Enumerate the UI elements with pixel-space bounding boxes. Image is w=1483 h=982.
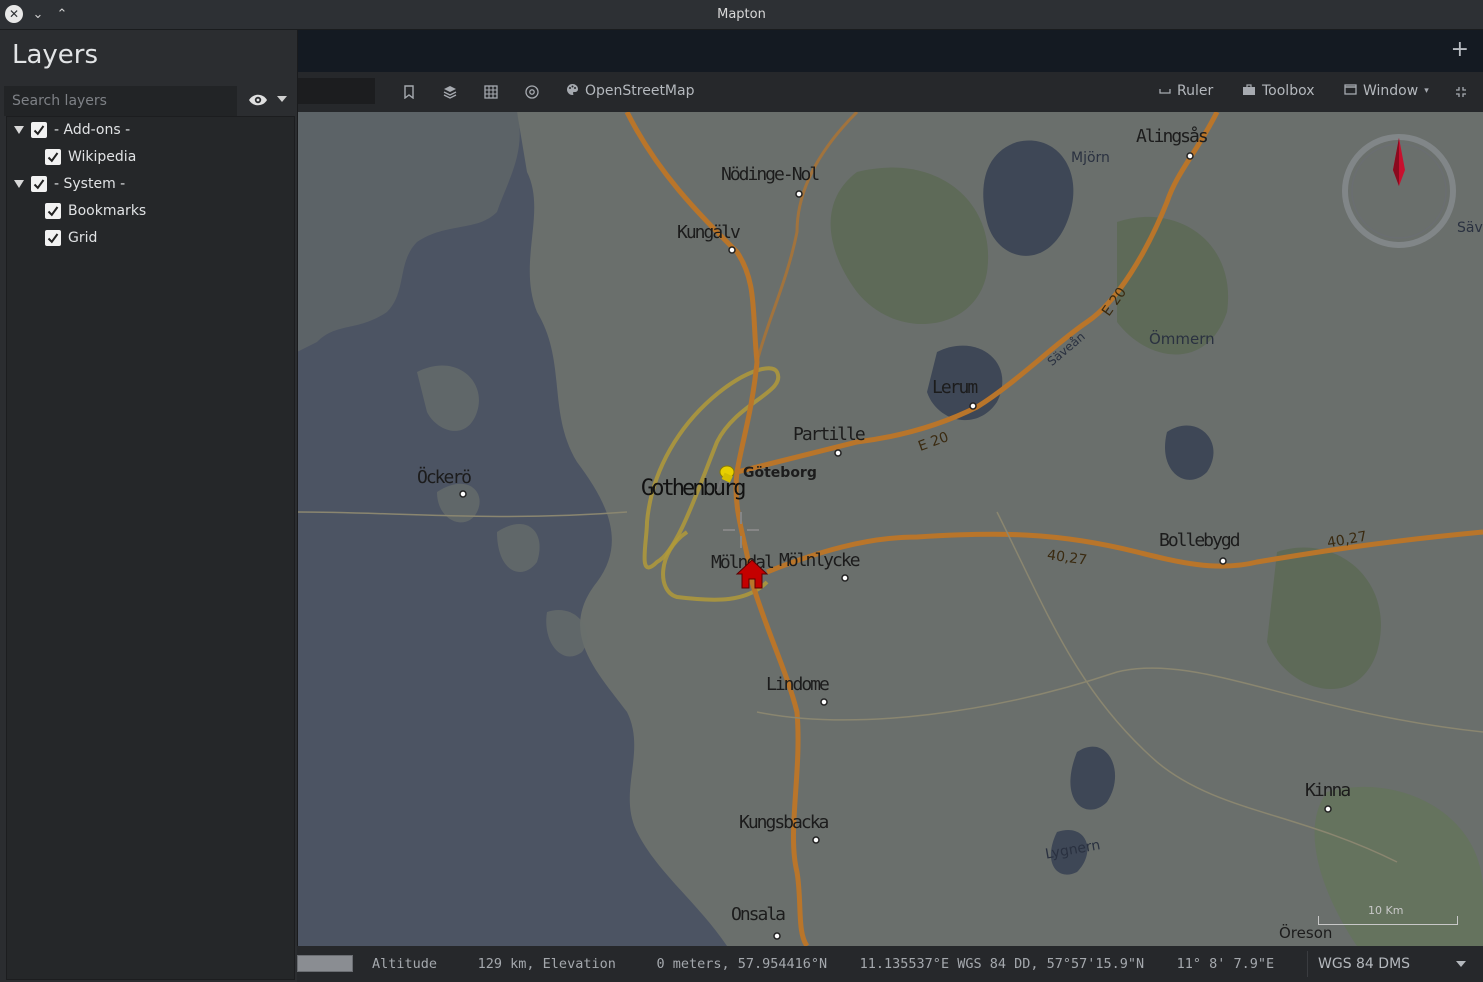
place-label-onsala: Onsala — [731, 904, 786, 925]
tree-group-addons[interactable]: - Add-ons - — [14, 119, 130, 141]
window-title: Mapton — [717, 7, 766, 22]
toolbox-button[interactable]: Toolbox — [1242, 83, 1315, 99]
place-label-kungsbacka: Kungsbacka — [739, 812, 829, 833]
place-label-alingsas: Alingsås — [1136, 126, 1209, 147]
checkbox-system[interactable] — [31, 176, 47, 192]
layers-tree: - Add-ons - Wikipedia - System - Bookmar… — [6, 116, 295, 980]
layers-search-input[interactable] — [4, 86, 237, 116]
progress-indicator — [297, 955, 353, 972]
map-toolbar: OpenStreetMap Ruler Toolbox Window ▾ — [297, 72, 1483, 112]
place-label-lindome: Lindome — [766, 674, 830, 695]
bookmark-icon[interactable] — [398, 81, 420, 103]
place-label-partille: Partille — [793, 424, 866, 445]
place-label-oreson: Öreson — [1279, 924, 1333, 942]
tree-item-label: Grid — [68, 230, 98, 246]
tree-item-grid[interactable]: Grid — [45, 227, 97, 249]
tree-item-label: Wikipedia — [68, 149, 137, 165]
chevron-down-icon: ▾ — [1424, 86, 1429, 96]
checkbox-grid[interactable] — [45, 230, 61, 246]
window-titlebar: ✕ ⌄ ⌃ Mapton — [0, 0, 1483, 30]
tree-item-wikipedia[interactable]: Wikipedia — [45, 146, 136, 168]
crosshair-icon — [723, 512, 759, 548]
ruler-button[interactable]: Ruler — [1159, 83, 1213, 99]
basemap-label: OpenStreetMap — [585, 83, 695, 99]
coordinate-system-select[interactable]: WGS 84 DMS — [1307, 951, 1480, 977]
layers-search-box[interactable] — [4, 86, 237, 116]
target-icon[interactable] — [521, 81, 543, 103]
ruler-icon — [1159, 84, 1171, 98]
fullscreen-icon[interactable] — [1450, 81, 1472, 103]
layers-icon[interactable] — [439, 81, 461, 103]
layers-panel-title: Layers — [12, 40, 99, 70]
scale-bar: 10 Km — [1318, 902, 1458, 926]
window-icon — [1344, 84, 1357, 98]
coordinate-system-value: WGS 84 DMS — [1318, 956, 1411, 972]
toolbox-label: Toolbox — [1262, 83, 1315, 99]
place-label-lerum: Lerum — [932, 377, 978, 398]
window-menu-label: Window — [1363, 83, 1419, 99]
status-position-text: Altitude 129 km, Elevation 0 meters, 57.… — [372, 956, 1275, 972]
basemap-selector[interactable]: OpenStreetMap — [566, 83, 694, 99]
tab-bar: + — [297, 30, 1483, 72]
place-label-save: Säve — [1457, 220, 1483, 236]
tree-item-label: Bookmarks — [68, 203, 147, 219]
scale-label: 10 Km — [1368, 904, 1404, 917]
place-label-ockero: Öckerö — [417, 467, 472, 488]
map-view[interactable]: Alingsås Mjörn Nödinge-Nol Kungälv Säv e … — [297, 112, 1483, 946]
eye-icon[interactable] — [248, 92, 268, 108]
window-menu-button[interactable]: Window ▾ — [1344, 83, 1429, 99]
tree-item-bookmarks[interactable]: Bookmarks — [45, 200, 146, 222]
add-tab-button[interactable]: + — [1451, 38, 1469, 62]
place-label-goteborg: Göteborg — [743, 465, 817, 481]
palette-icon — [566, 83, 579, 99]
visibility-menu-chevron-icon[interactable] — [277, 96, 287, 102]
place-label-bollebygd: Bollebygd — [1159, 530, 1241, 551]
ruler-label: Ruler — [1177, 83, 1214, 99]
place-label-molnlycke: Mölnlycke — [779, 550, 861, 571]
home-icon[interactable] — [735, 558, 769, 590]
toolbox-icon — [1242, 83, 1256, 99]
pushpin-icon[interactable] — [715, 462, 737, 492]
expand-triangle-icon[interactable] — [14, 126, 24, 134]
compass-icon[interactable] — [1342, 134, 1456, 248]
toolbar-search-field[interactable] — [297, 78, 375, 104]
layers-panel: Layers - Add-ons - Wikipedia - System - … — [0, 30, 298, 982]
checkbox-bookmarks[interactable] — [45, 203, 61, 219]
chevron-down-icon — [1456, 961, 1466, 967]
place-label-nodinge: Nödinge-Nol — [721, 164, 820, 185]
tree-group-label: - Add-ons - — [54, 122, 131, 138]
place-label-ommern: Ömmern — [1149, 330, 1215, 348]
tree-group-system[interactable]: - System - — [14, 173, 125, 195]
grid-icon[interactable] — [480, 81, 502, 103]
status-bar: Altitude 129 km, Elevation 0 meters, 57.… — [297, 946, 1483, 982]
checkbox-addons[interactable] — [31, 122, 47, 138]
expand-triangle-icon[interactable] — [14, 180, 24, 188]
place-label-kinna: Kinna — [1305, 780, 1351, 801]
tree-group-label: - System - — [54, 176, 126, 192]
place-label-kungalv: Kungälv — [677, 222, 741, 243]
checkbox-wikipedia[interactable] — [45, 149, 61, 165]
place-label-mjorn: Mjörn — [1071, 150, 1110, 166]
